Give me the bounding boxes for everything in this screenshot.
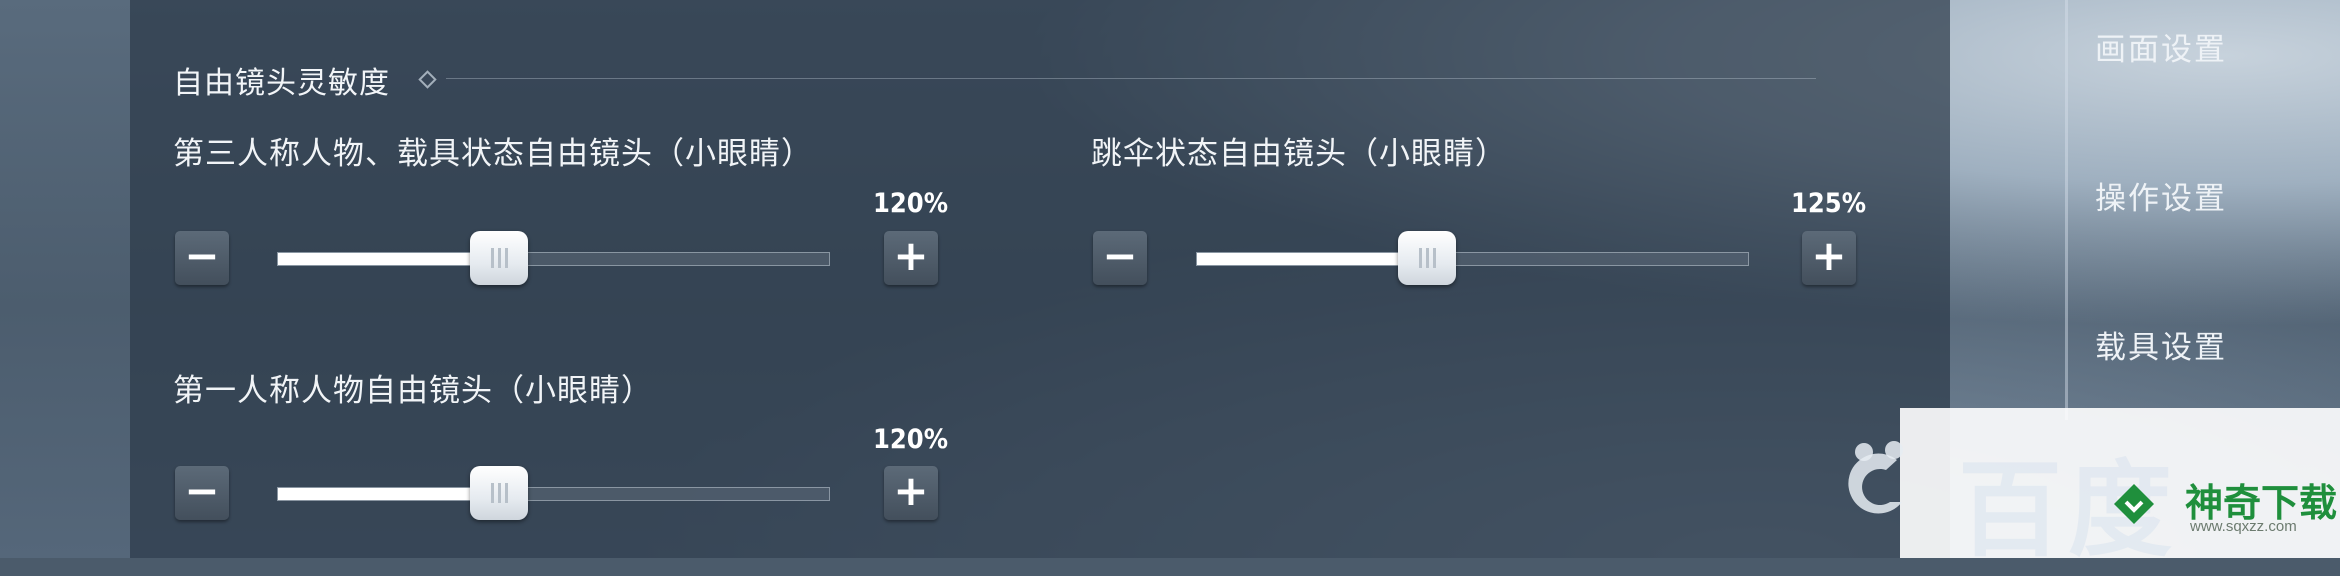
increase-button-third-person[interactable]: + xyxy=(884,231,938,285)
plus-icon: + xyxy=(893,466,929,515)
slider-thumb-parachute[interactable] xyxy=(1398,231,1456,285)
slider-label-first-person: 第一人称人物自由镜头（小眼睛） xyxy=(173,373,653,409)
slider-thumb-third-person[interactable] xyxy=(470,231,528,285)
download-logo-icon xyxy=(2114,484,2154,524)
slider-grip-icon xyxy=(1418,248,1422,268)
minus-icon: − xyxy=(184,231,220,280)
decrease-button-parachute[interactable]: − xyxy=(1093,231,1147,285)
increase-button-first-person[interactable]: + xyxy=(884,466,938,520)
section-divider xyxy=(446,78,1816,79)
settings-panel xyxy=(130,0,1950,558)
plus-icon: + xyxy=(893,231,929,280)
slider-grip-icon xyxy=(490,248,494,268)
slider-thumb-first-person[interactable] xyxy=(470,466,528,520)
watermark-url: www.sqxzz.com xyxy=(2190,518,2297,535)
minus-icon: − xyxy=(184,466,220,515)
decrease-button-third-person[interactable]: − xyxy=(175,231,229,285)
sidebar-item-controls[interactable]: 操作设置 xyxy=(2095,173,2227,218)
increase-button-parachute[interactable]: + xyxy=(1802,231,1856,285)
slider-value-third-person: 120% xyxy=(873,188,949,219)
slider-track-first-person[interactable] xyxy=(277,487,830,501)
watermark-logo-icon xyxy=(1848,441,1903,514)
slider-track-third-person[interactable] xyxy=(277,252,830,266)
slider-value-first-person: 120% xyxy=(873,424,949,455)
slider-label-parachute: 跳伞状态自由镜头（小眼睛） xyxy=(1091,136,1507,172)
slider-fill xyxy=(278,488,500,500)
sidebar-item-display[interactable]: 画面设置 xyxy=(2095,24,2227,69)
slider-label-third-person: 第三人称人物、载具状态自由镜头（小眼睛） xyxy=(173,136,813,172)
sidebar-divider xyxy=(2065,0,2068,420)
plus-icon: + xyxy=(1811,231,1847,280)
slider-fill xyxy=(1197,253,1429,265)
section-title: 自由镜头灵敏度 xyxy=(173,66,390,101)
slider-fill xyxy=(278,253,500,265)
slider-track-parachute[interactable] xyxy=(1196,252,1749,266)
slider-value-parachute: 125% xyxy=(1791,188,1867,219)
sidebar-item-vehicle[interactable]: 载具设置 xyxy=(2095,322,2227,367)
decrease-button-first-person[interactable]: − xyxy=(175,466,229,520)
slider-grip-icon xyxy=(490,483,494,503)
minus-icon: − xyxy=(1102,231,1138,280)
